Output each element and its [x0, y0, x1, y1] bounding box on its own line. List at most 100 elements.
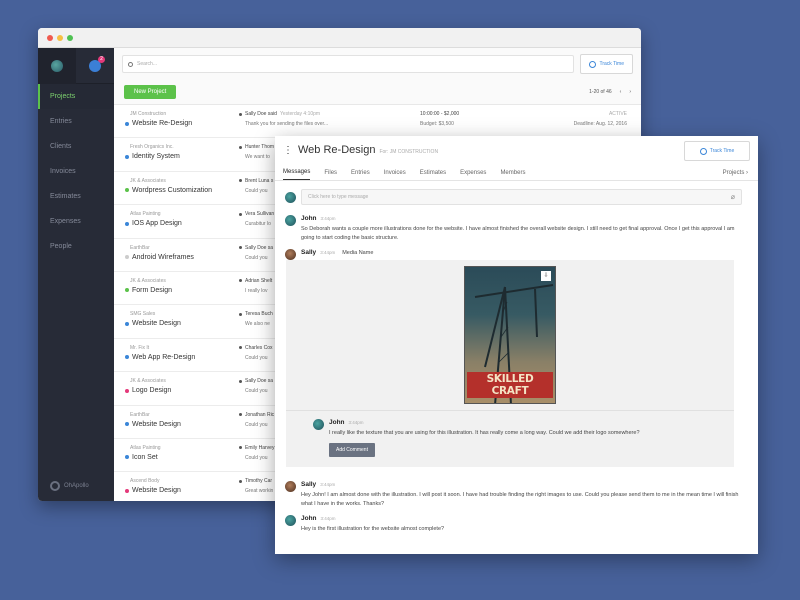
- media-area: ⇩ SKILLED CRAFT: [286, 266, 734, 410]
- project-name[interactable]: Logo Design: [125, 387, 171, 394]
- deadline-value: Deadline: Aug. 12, 2016: [573, 121, 627, 127]
- close-window-button[interactable]: [47, 35, 53, 41]
- table-row[interactable]: JM Construction Website Re-Design Sally Do…: [114, 105, 641, 139]
- chevron-left-icon[interactable]: ‹: [620, 89, 622, 95]
- track-time-button[interactable]: Track Time: [580, 54, 633, 74]
- project-name[interactable]: Android Wireframes: [125, 254, 194, 261]
- sidebar-header: 2: [38, 48, 114, 84]
- project-name[interactable]: Form Design: [125, 287, 172, 294]
- status-dot: [125, 488, 129, 493]
- window-titlebar: [38, 28, 641, 48]
- media-name: Media Name: [342, 250, 374, 256]
- status-dot: [125, 422, 129, 427]
- client-name: Fresh Organics Inc.: [130, 144, 174, 151]
- project-name[interactable]: IOS App Design: [125, 220, 182, 227]
- last-message-author: Sally Doe sa: [239, 378, 276, 384]
- user-avatar-button[interactable]: [38, 48, 76, 84]
- client-name: JK & Associates: [130, 177, 166, 184]
- project-name[interactable]: Website Design: [125, 487, 181, 494]
- top-bar: Search... Track Time: [114, 48, 641, 80]
- tab-members[interactable]: Members: [500, 170, 525, 180]
- project-name[interactable]: Wordpress Customization: [125, 187, 212, 194]
- chevron-right-icon[interactable]: ›: [629, 89, 631, 95]
- avatar: [285, 481, 296, 492]
- notifications-button[interactable]: 2: [76, 48, 114, 84]
- project-name[interactable]: Website Re-Design: [125, 120, 192, 127]
- projects-link-label: Projects: [722, 170, 745, 176]
- message-text: I really like the texture that you are u…: [329, 430, 640, 436]
- tab-invoices[interactable]: Invoices: [384, 170, 406, 180]
- author-name: Sally Doe sa: [245, 244, 274, 251]
- clock-icon: [589, 60, 597, 68]
- last-message-text: Could you: [245, 421, 268, 428]
- status-dot: [125, 154, 129, 159]
- status-badge: ACTIVE: [608, 111, 627, 117]
- status-dot: [125, 321, 129, 326]
- bullet-icon: [239, 479, 242, 483]
- list-toolbar: New Project 1-20 of 46 ‹ ›: [114, 80, 641, 104]
- last-message-author: Sally Doe said Yesterday 4:10pm: [239, 111, 320, 117]
- download-icon[interactable]: ⇩: [541, 271, 551, 281]
- messages-pane: Click here to type message ⌀ John 3:44pm…: [275, 181, 758, 534]
- bullet-icon: [239, 145, 242, 149]
- paperclip-icon[interactable]: ⌀: [731, 193, 735, 201]
- author-name: Jonathan Ric: [245, 411, 275, 418]
- sidebar-item-estimates[interactable]: Estimates: [38, 184, 114, 209]
- last-message-author: Brent Luna s: [239, 178, 276, 184]
- tab-files[interactable]: Files: [324, 170, 337, 180]
- project-name[interactable]: Web App Re-Design: [125, 354, 195, 361]
- status-dot: [125, 355, 129, 360]
- add-comment-button[interactable]: Add Comment: [329, 443, 375, 457]
- bullet-icon: [239, 379, 242, 383]
- bullet-icon: [239, 312, 242, 316]
- sidebar-footer[interactable]: OhApollo: [50, 481, 89, 491]
- project-name-label: Website Design: [132, 420, 181, 428]
- message-text: So Deborah wants a couple more illustrat…: [301, 226, 735, 241]
- bullet-icon: [239, 112, 242, 116]
- tab-entries[interactable]: Entries: [351, 170, 370, 180]
- client-name: Atlas Painting: [130, 444, 161, 451]
- more-options-icon[interactable]: ⋮: [283, 145, 293, 156]
- tab-estimates[interactable]: Estimates: [420, 170, 446, 180]
- project-name[interactable]: Icon Set: [125, 454, 158, 461]
- author-name: Charles Cox: [245, 344, 273, 351]
- sidebar-item-invoices[interactable]: Invoices: [38, 159, 114, 184]
- tab-messages[interactable]: Messages: [283, 169, 311, 180]
- sidebar-item-entries[interactable]: Entries: [38, 109, 114, 134]
- track-time-button[interactable]: Track Time: [684, 141, 750, 161]
- sidebar-item-projects[interactable]: Projects: [38, 84, 114, 109]
- sidebar-item-people[interactable]: People: [38, 234, 114, 259]
- new-project-button[interactable]: New Project: [124, 85, 177, 99]
- project-name[interactable]: Website Design: [125, 320, 181, 327]
- minimize-window-button[interactable]: [57, 35, 63, 41]
- project-name-label: Icon Set: [132, 453, 158, 461]
- last-message-text: Could you: [245, 354, 268, 361]
- search-icon: [128, 61, 133, 67]
- author-name: Vera Sullivan: [245, 211, 275, 218]
- illustration-image[interactable]: ⇩ SKILLED CRAFT: [464, 266, 556, 404]
- author-name: Teresa Buch: [245, 311, 273, 318]
- message-author: Sally: [301, 481, 317, 488]
- sidebar-item-clients[interactable]: Clients: [38, 134, 114, 159]
- message-item: Sally 3:44pm Hey John! I am almost done …: [285, 481, 742, 509]
- author-name: Timothy Car: [245, 478, 273, 485]
- maximize-window-button[interactable]: [67, 35, 73, 41]
- avatar: [285, 515, 296, 526]
- projects-link[interactable]: Projects ›: [723, 170, 748, 176]
- project-name-label: Logo Design: [132, 387, 172, 395]
- project-name[interactable]: Identity System: [125, 153, 180, 160]
- project-name-label: Website Design: [132, 487, 181, 495]
- project-name-label: Website Design: [132, 320, 181, 328]
- sidebar-item-expenses[interactable]: Expenses: [38, 209, 114, 234]
- message-input[interactable]: Click here to type message ⌀: [301, 189, 742, 205]
- last-message-text: Curabitur lo: [245, 221, 271, 228]
- search-input[interactable]: Search...: [122, 55, 575, 73]
- project-name[interactable]: Website Design: [125, 421, 181, 428]
- message-time: 3:44pm: [320, 250, 336, 255]
- status-dot: [125, 388, 129, 393]
- message-author: John: [301, 515, 317, 522]
- author-name: Sally Doe said: [245, 111, 277, 117]
- tab-expenses[interactable]: Expenses: [460, 170, 486, 180]
- message-time: Yesterday 4:10pm: [279, 111, 321, 117]
- brand-name: OhApollo: [64, 483, 89, 489]
